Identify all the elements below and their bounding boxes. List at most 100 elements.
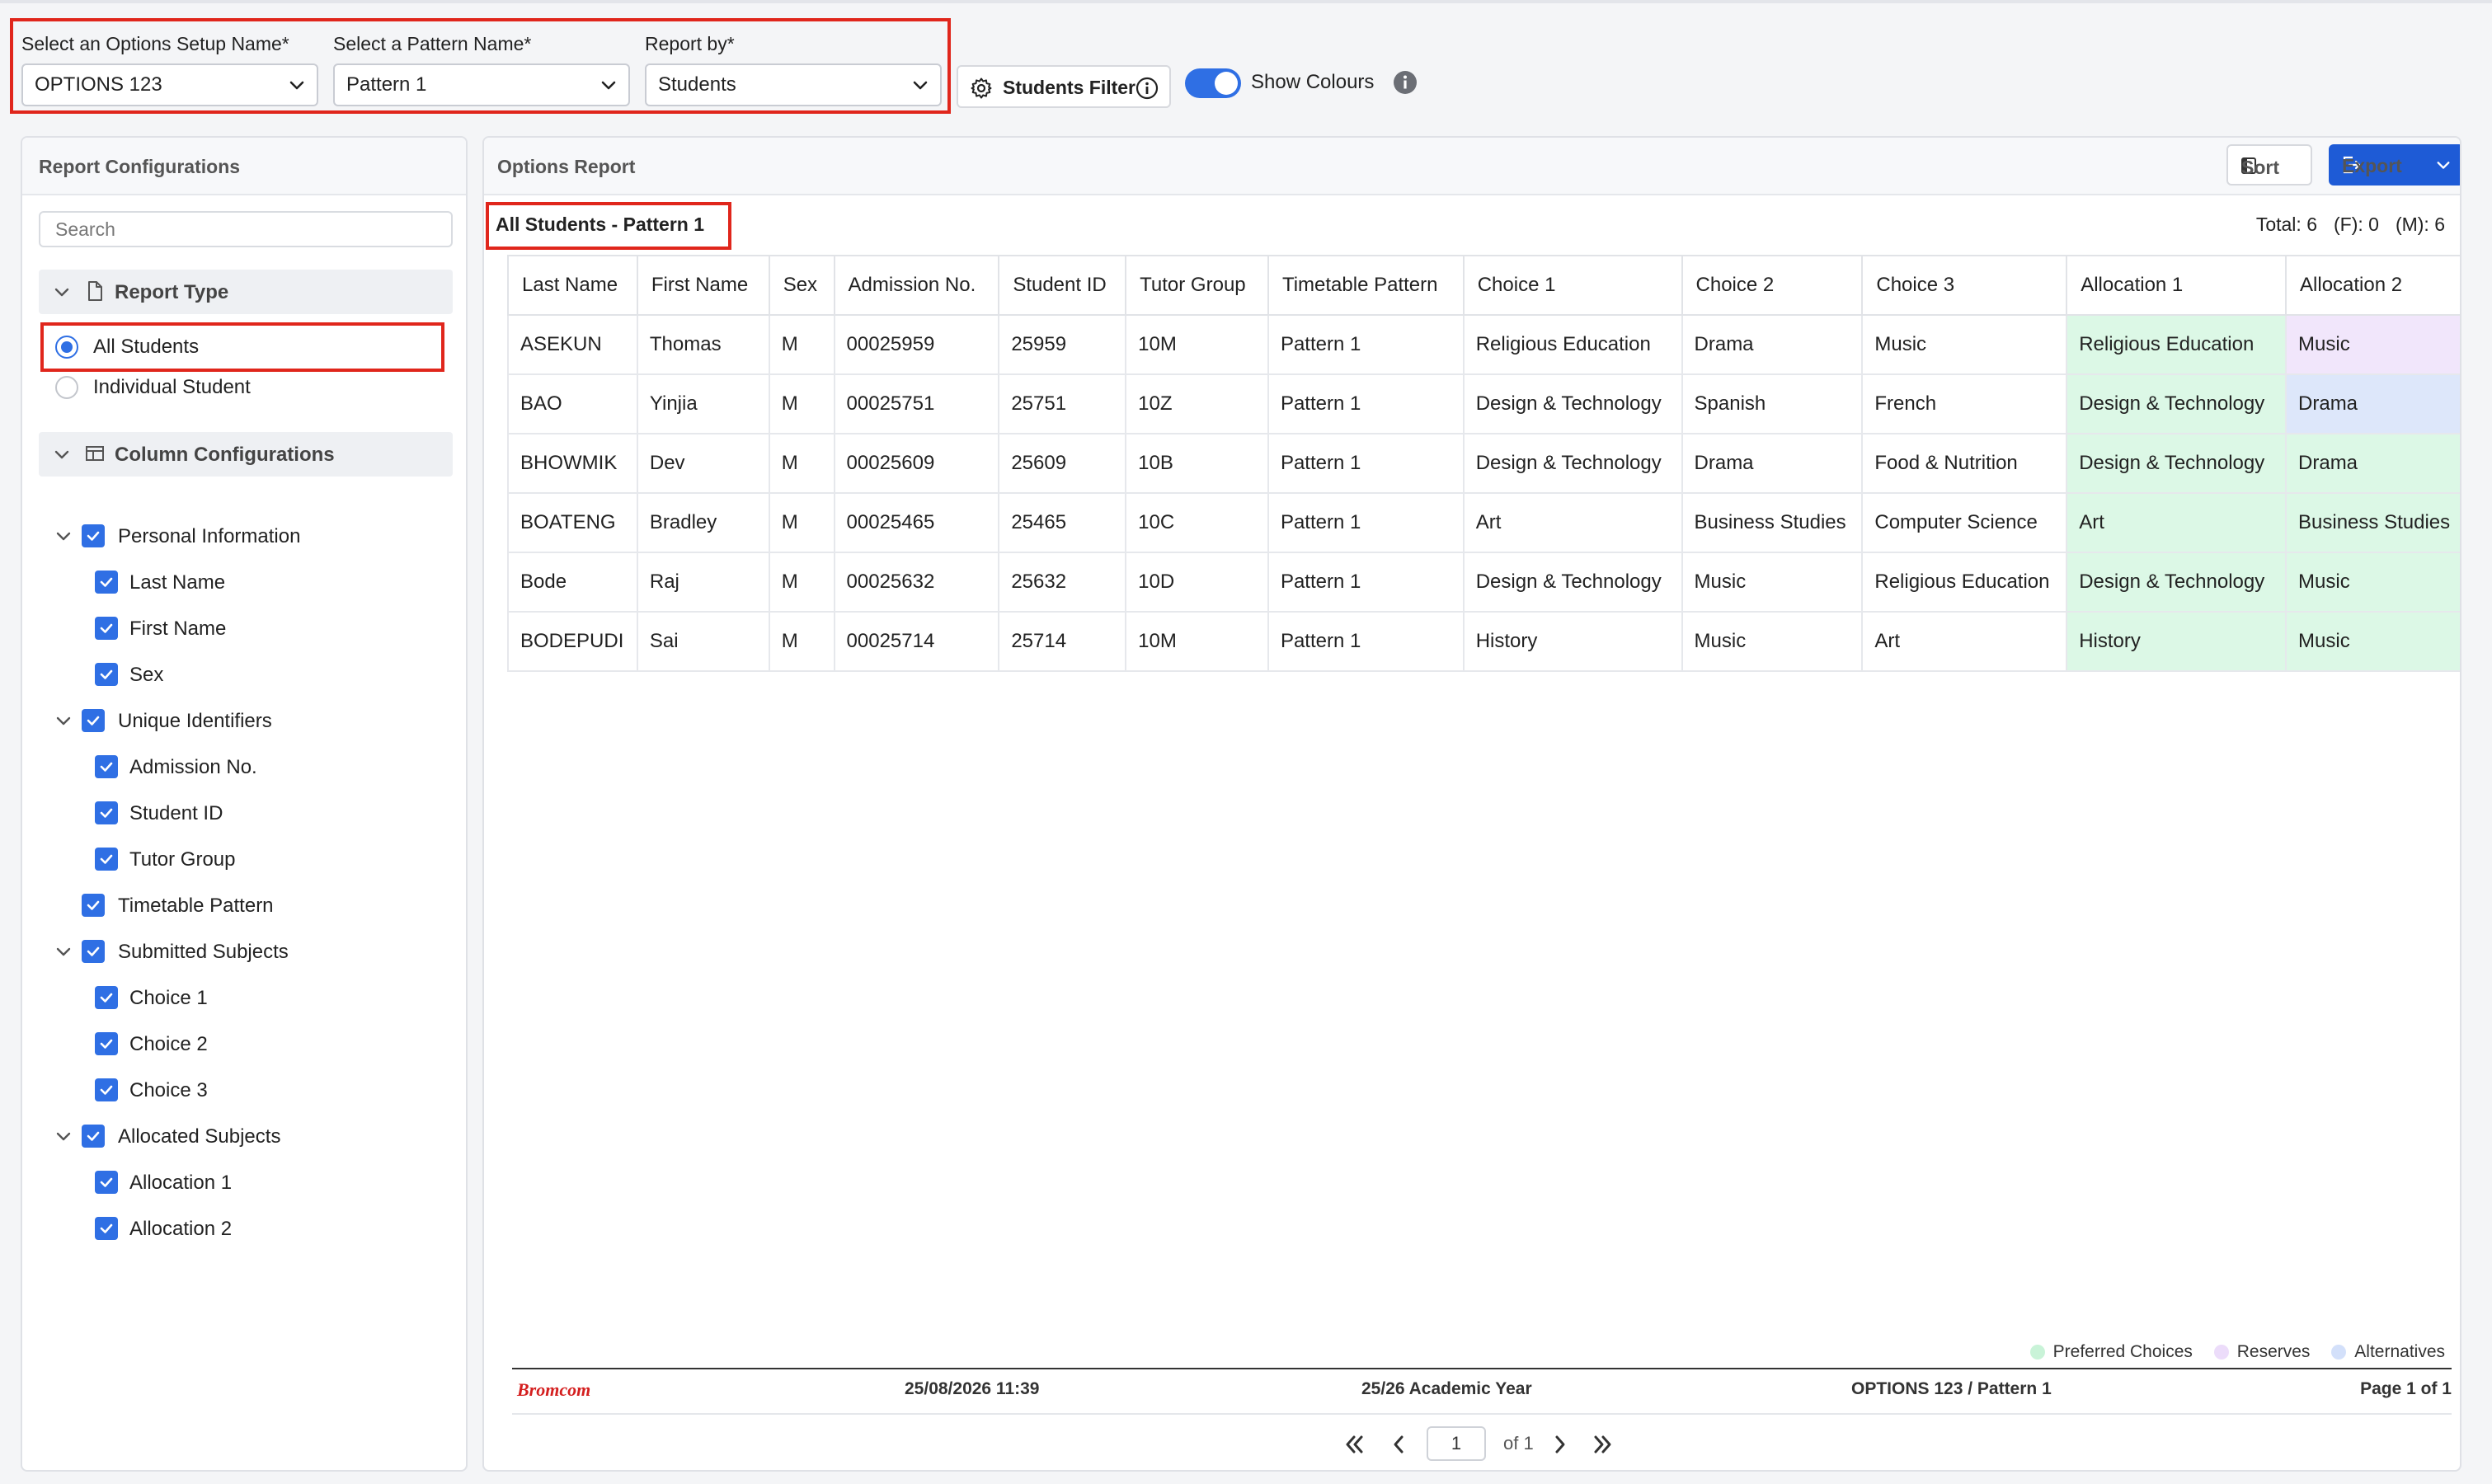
checkbox[interactable]: [95, 571, 118, 594]
report-table: Last Name First Name Sex Admission No. Stude…: [507, 255, 2460, 672]
checkbox[interactable]: [82, 709, 105, 732]
panel-header: Report Configurations: [22, 138, 466, 195]
check-icon: [87, 716, 100, 726]
students-filter-button[interactable]: Students Filter: [957, 65, 1171, 108]
info-icon[interactable]: [1393, 70, 1418, 95]
table-cell: 00025632: [833, 552, 1000, 613]
table-cell: Design & Technology: [1462, 433, 1683, 494]
check-icon: [100, 993, 113, 1003]
page-number-input[interactable]: 1: [1427, 1426, 1486, 1461]
chevron-down-icon[interactable]: [55, 712, 72, 729]
check-icon: [100, 1177, 113, 1187]
radio-button[interactable]: [55, 336, 78, 359]
options-setup-label: Select an Options Setup Name*: [21, 33, 289, 54]
table-cell: Music: [1681, 552, 1864, 613]
column-header[interactable]: Allocation 1: [2066, 255, 2287, 316]
search-input[interactable]: Search: [39, 211, 453, 247]
next-page-icon[interactable]: [1548, 1432, 1573, 1457]
info-icon[interactable]: [1135, 76, 1159, 101]
table-cell: Religious Education: [1861, 552, 2068, 613]
checkbox[interactable]: [95, 663, 118, 686]
last-page-icon[interactable]: [1591, 1432, 1615, 1457]
checkbox[interactable]: [95, 986, 118, 1009]
column-header[interactable]: Choice 1: [1462, 255, 1683, 316]
report-by-select[interactable]: Students: [645, 63, 942, 106]
table-cell: Thomas: [636, 314, 770, 375]
checkbox[interactable]: [95, 1032, 118, 1055]
table-cell: Design & Technology: [2066, 373, 2287, 434]
check-icon: [100, 669, 113, 679]
chevron-down-icon: [2437, 162, 2450, 169]
tree-item-label: Choice 1: [129, 987, 208, 1009]
table-cell: Bradley: [636, 492, 770, 553]
checkbox[interactable]: [95, 617, 118, 640]
column-configurations-header[interactable]: Column Configurations: [39, 432, 453, 477]
column-header[interactable]: First Name: [636, 255, 770, 316]
table-cell: Religious Education: [2066, 314, 2287, 375]
sort-button[interactable]: Sort: [2226, 144, 2312, 186]
chevron-down-icon[interactable]: [55, 1128, 72, 1144]
checkbox[interactable]: [82, 524, 105, 547]
radio-button[interactable]: [55, 376, 78, 399]
table-cell: Music: [1861, 314, 2068, 375]
column-header[interactable]: Sex: [768, 255, 835, 316]
table-cell: Spanish: [1681, 373, 1864, 434]
checkbox[interactable]: [82, 940, 105, 963]
checkbox[interactable]: [82, 894, 105, 917]
sort-label: Sort: [2241, 157, 2279, 178]
column-header[interactable]: Timetable Pattern: [1267, 255, 1465, 316]
table-cell: 10C: [1125, 492, 1269, 553]
tree-item-label: First Name: [129, 618, 227, 640]
table-cell: BHOWMIK: [507, 433, 638, 494]
radio-label: All Students: [93, 336, 200, 358]
first-page-icon[interactable]: [1342, 1432, 1366, 1457]
column-header[interactable]: Allocation 2: [2285, 255, 2460, 316]
column-header[interactable]: Tutor Group: [1125, 255, 1269, 316]
check-icon: [100, 1223, 113, 1233]
export-button[interactable]: Export: [2329, 144, 2460, 186]
top-border: [0, 0, 2492, 3]
column-header[interactable]: Choice 2: [1681, 255, 1864, 316]
table-cell: Pattern 1: [1267, 611, 1465, 672]
table-cell: BOATENG: [507, 492, 638, 553]
prev-page-icon[interactable]: [1386, 1432, 1411, 1457]
table-cell: Drama: [2285, 433, 2460, 494]
table-row[interactable]: ASEKUN Thomas M 00025959 25959 10M Pattern 1 Re…: [507, 314, 2460, 375]
table-row[interactable]: Bode Raj M 00025632 25632 10D Pattern 1 Design …: [507, 552, 2460, 613]
checkbox[interactable]: [95, 1171, 118, 1194]
table-cell: 10D: [1125, 552, 1269, 613]
options-report-panel: Options Report Sort Export All Students …: [482, 136, 2461, 1472]
tree-item-label: Student ID: [129, 802, 223, 824]
checkbox[interactable]: [95, 1078, 118, 1101]
report-type-header[interactable]: Report Type: [39, 270, 453, 314]
table-row[interactable]: BODEPUDI Sai M 00025714 25714 10M Pattern 1 His…: [507, 611, 2460, 672]
table-cell: 10Z: [1125, 373, 1269, 434]
checkbox[interactable]: [95, 801, 118, 824]
options-setup-select[interactable]: OPTIONS 123: [21, 63, 318, 106]
checkbox[interactable]: [95, 755, 118, 778]
column-header[interactable]: Last Name: [507, 255, 638, 316]
tree-group-label: Timetable Pattern: [118, 895, 274, 917]
chevron-down-icon: [54, 288, 69, 297]
table-cell: Raj: [636, 552, 770, 613]
table-row[interactable]: BAO Yinjia M 00025751 25751 10Z Pattern 1 Desig…: [507, 373, 2460, 434]
table-row[interactable]: BOATENG Bradley M 00025465 25465 10C Pattern 1…: [507, 492, 2460, 553]
chevron-down-icon[interactable]: [55, 528, 72, 544]
report-by-label: Report by*: [645, 33, 735, 54]
checkbox[interactable]: [95, 1217, 118, 1240]
show-colours-toggle[interactable]: [1185, 68, 1241, 98]
pattern-select[interactable]: Pattern 1: [333, 63, 630, 106]
column-header[interactable]: Admission No.: [833, 255, 1000, 316]
tree-item-label: Allocation 1: [129, 1172, 233, 1194]
checkbox[interactable]: [95, 848, 118, 871]
legend-reserves: Reserves: [2236, 1342, 2311, 1361]
table-cell: Music: [2285, 314, 2460, 375]
tree-group-label: Submitted Subjects: [118, 941, 289, 963]
column-header[interactable]: Choice 3: [1861, 255, 2068, 316]
table-cell: 00025465: [833, 492, 1000, 553]
checkbox[interactable]: [82, 1125, 105, 1148]
chevron-down-icon: [601, 81, 616, 90]
chevron-down-icon[interactable]: [55, 943, 72, 960]
column-header[interactable]: Student ID: [998, 255, 1127, 316]
table-row[interactable]: BHOWMIK Dev M 00025609 25609 10B Pattern 1 Desi…: [507, 433, 2460, 494]
